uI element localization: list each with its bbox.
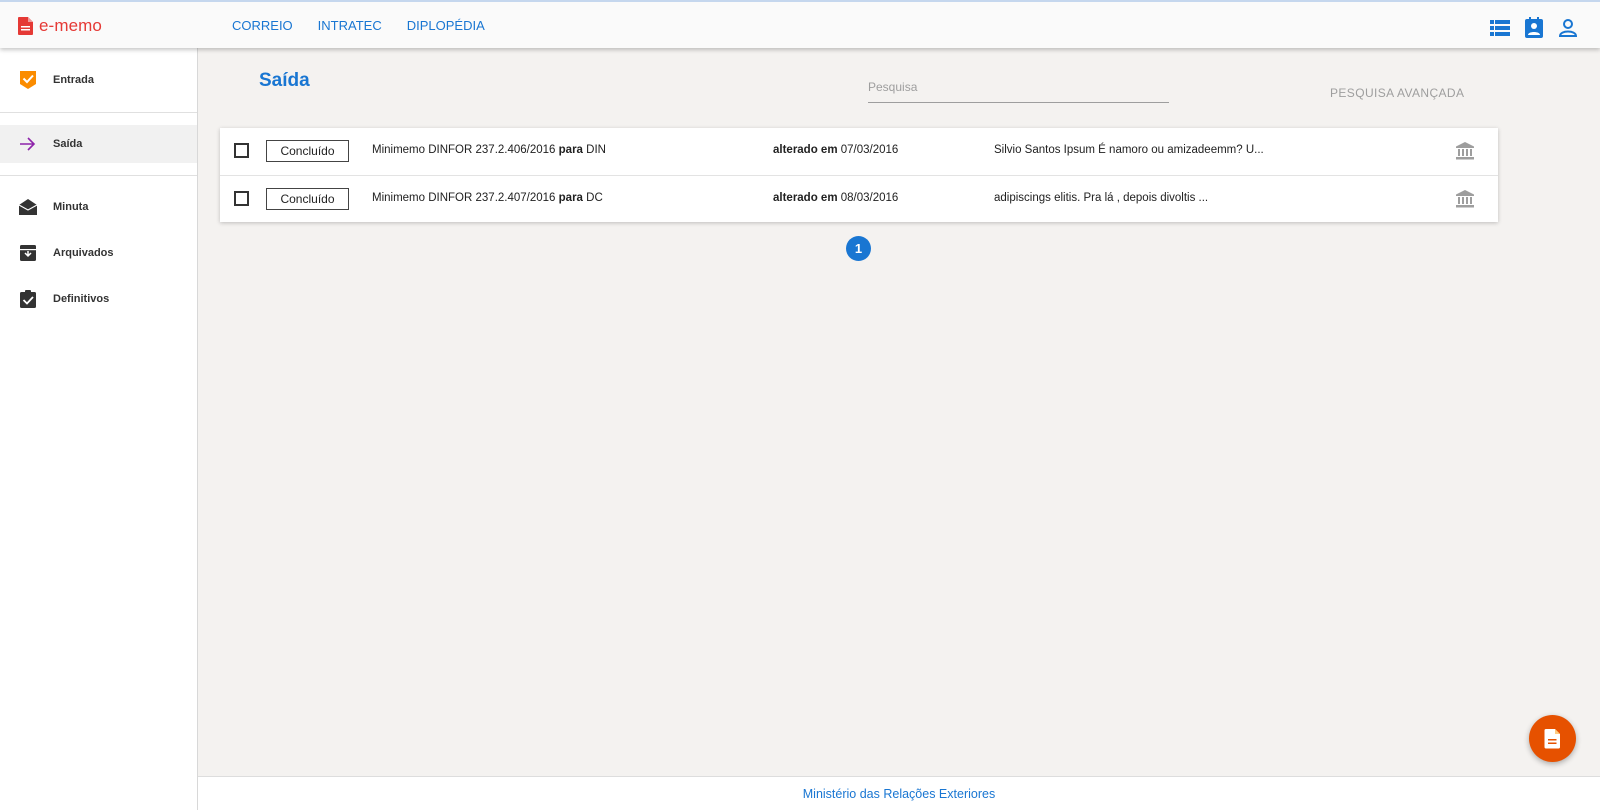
drafts-icon: [18, 199, 38, 215]
sidebar-item-label: Definitivos: [53, 293, 110, 305]
user-icon[interactable]: [1556, 16, 1580, 40]
sidebar: Entrada Saída Minuta Arquivados Definiti…: [0, 48, 198, 810]
changed-date: alterado em 08/03/2016: [773, 192, 898, 204]
table-row[interactable]: Concluído Minimemo DINFOR 237.2.407/2016…: [220, 175, 1498, 222]
sidebar-item-definitivos[interactable]: Definitivos: [0, 280, 197, 318]
changed-value: 08/03/2016: [840, 192, 899, 204]
recipient-label: para: [558, 192, 583, 204]
sidebar-item-label: Saída: [53, 138, 83, 150]
message-preview: adipiscings elitis. Pra lá , depois divo…: [994, 192, 1209, 204]
changed-label: alterado em: [773, 144, 838, 156]
list-icon[interactable]: [1488, 16, 1512, 40]
brand-name: e-memo: [39, 16, 102, 35]
archive-icon: [20, 245, 36, 261]
recipient: DIN: [586, 144, 606, 156]
recipient: DC: [586, 192, 603, 204]
subject-text: Minimemo DINFOR 237.2.407/2016: [372, 192, 556, 204]
sidebar-item-saida[interactable]: Saída: [0, 125, 197, 163]
row-checkbox[interactable]: [234, 143, 249, 158]
subject-text: Minimemo DINFOR 237.2.406/2016: [372, 144, 556, 156]
document-logo-icon: [18, 17, 33, 35]
new-memo-button[interactable]: [1529, 715, 1576, 762]
sidebar-item-entrada[interactable]: Entrada: [0, 61, 197, 99]
message-subject[interactable]: Minimemo DINFOR 237.2.406/2016 para DIN: [372, 144, 606, 156]
new-document-icon: [1544, 728, 1560, 748]
advanced-search-button[interactable]: PESQUISA AVANÇADA: [1330, 86, 1464, 100]
institution-icon[interactable]: [1455, 141, 1475, 161]
sidebar-item-label: Arquivados: [53, 247, 114, 259]
top-app-bar: e-memo CORREIO INTRATEC DIPLOPÉDIA: [0, 0, 1600, 48]
row-checkbox[interactable]: [234, 191, 249, 206]
changed-value: 07/03/2016: [840, 144, 899, 156]
search-input[interactable]: [868, 74, 1169, 100]
changed-date: alterado em 07/03/2016: [773, 144, 898, 156]
page-title: Saída: [259, 70, 310, 91]
sidebar-item-arquivados[interactable]: Arquivados: [0, 234, 197, 272]
search-field: [868, 74, 1169, 103]
arrow-right-icon: [20, 137, 36, 151]
nav-link-intratec[interactable]: INTRATEC: [318, 18, 382, 33]
nav-link-diplopedia[interactable]: DIPLOPÉDIA: [407, 18, 485, 33]
top-navigation: CORREIO INTRATEC DIPLOPÉDIA: [232, 18, 510, 33]
footer-text: Ministério das Relações Exteriores: [802, 787, 996, 801]
pagination-page-button[interactable]: 1: [846, 236, 871, 261]
sidebar-item-label: Minuta: [53, 201, 89, 213]
footer: Ministério das Relações Exteriores: [198, 776, 1600, 810]
brand[interactable]: e-memo: [18, 16, 102, 36]
sidebar-divider: [0, 175, 197, 176]
sidebar-item-minuta[interactable]: Minuta: [0, 188, 197, 226]
nav-link-correio[interactable]: CORREIO: [232, 18, 293, 33]
status-badge[interactable]: Concluído: [266, 140, 349, 162]
status-badge[interactable]: Concluído: [266, 188, 349, 210]
contact-card-icon[interactable]: [1522, 16, 1546, 40]
sidebar-item-label: Entrada: [53, 74, 94, 86]
message-subject[interactable]: Minimemo DINFOR 237.2.407/2016 para DC: [372, 192, 603, 204]
message-preview: Silvio Santos Ipsum É namoro ou amizadee…: [994, 144, 1264, 156]
institution-icon[interactable]: [1455, 189, 1475, 209]
top-actions: [1478, 16, 1580, 40]
table-row[interactable]: Concluído Minimemo DINFOR 237.2.406/2016…: [220, 128, 1498, 175]
sidebar-divider: [0, 112, 197, 113]
changed-label: alterado em: [773, 192, 838, 204]
message-list: Concluído Minimemo DINFOR 237.2.406/2016…: [220, 128, 1498, 222]
recipient-label: para: [558, 144, 583, 156]
inbox-check-icon: [20, 71, 36, 89]
assignment-check-icon: [20, 290, 36, 308]
